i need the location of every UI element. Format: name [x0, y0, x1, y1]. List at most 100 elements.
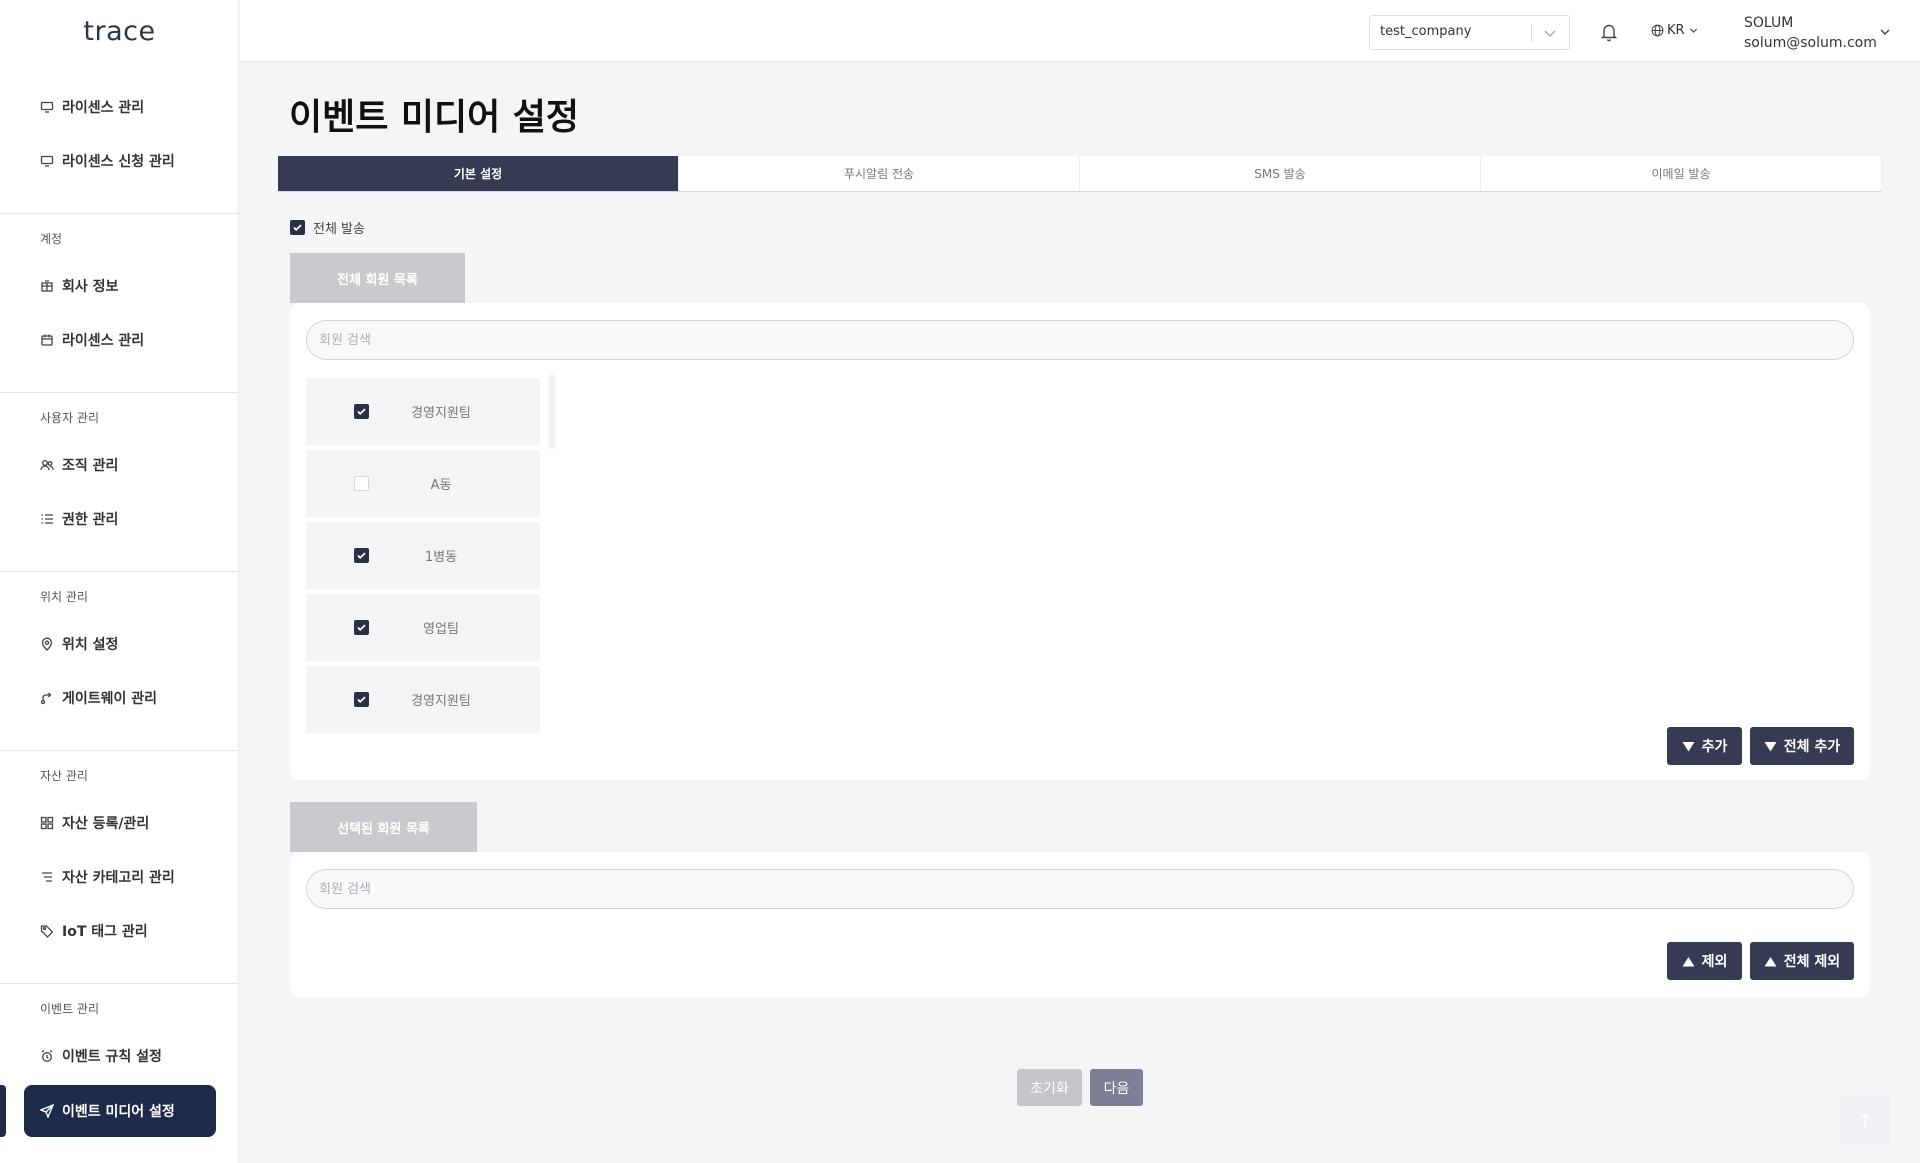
- sidebar-item-label: 라이센스 신청 관리: [62, 154, 175, 170]
- sidebar-item-asset-register[interactable]: 자산 등록/관리: [40, 808, 149, 838]
- sidebar-divider: [0, 571, 239, 572]
- sidebar-item-label: 라이센스 관리: [62, 333, 145, 349]
- member-name: 경영지원팀: [411, 406, 471, 421]
- remove-all-button-label: 전체 제외: [1783, 954, 1841, 970]
- sidebar-group-asset: 자산 관리: [40, 769, 88, 783]
- company-select-value: test_company: [1380, 24, 1472, 39]
- bell-icon[interactable]: [1600, 22, 1618, 42]
- tab-push-notification[interactable]: 푸시알림 전송: [679, 156, 1080, 191]
- sidebar-item-label: 조직 관리: [62, 458, 119, 474]
- sidebar-item-organization[interactable]: 조직 관리: [40, 450, 118, 480]
- triangle-down-icon: [1764, 741, 1777, 751]
- remove-button[interactable]: 제외: [1667, 942, 1742, 980]
- sidebar-item-label: 자산 카테고리 관리: [62, 870, 175, 886]
- send-icon: [40, 1104, 54, 1118]
- next-button[interactable]: 다음: [1090, 1069, 1143, 1106]
- user-email: solum@solum.com: [1744, 35, 1877, 51]
- list-scrollbar[interactable]: [549, 374, 555, 449]
- checkbox-checked[interactable]: [354, 620, 369, 635]
- sidebar-item-label: 위치 설정: [62, 637, 119, 653]
- selected-members-search-input[interactable]: [306, 869, 1854, 909]
- tag-icon: [40, 924, 54, 938]
- sidebar-item-label: 게이트웨이 관리: [62, 691, 158, 707]
- checkbox-checked[interactable]: [354, 404, 369, 419]
- list-item[interactable]: 1병동: [306, 522, 540, 589]
- sidebar-divider: [0, 750, 239, 751]
- sidebar-group-account: 계정: [40, 232, 63, 246]
- sidebar-item-label: 권한 관리: [62, 512, 119, 528]
- list-item[interactable]: 경영지원팀: [306, 378, 540, 445]
- sidebar-group-event: 이벤트 관리: [40, 1002, 100, 1016]
- select-separator: [1531, 24, 1532, 42]
- language-select[interactable]: KR: [1651, 23, 1702, 38]
- language-label: KR: [1667, 23, 1685, 38]
- sidebar-item-iot-tag[interactable]: IoT 태그 관리: [40, 916, 148, 946]
- tab-basic-settings[interactable]: 기본 설정: [278, 156, 679, 191]
- add-all-button[interactable]: 전체 추가: [1750, 727, 1854, 765]
- company-icon: [40, 279, 54, 293]
- sidebar-divider: [0, 392, 239, 393]
- selected-members-tab: 선택된 회원 목록: [290, 802, 477, 852]
- alarm-icon: [40, 1049, 54, 1063]
- globe-icon: [1651, 24, 1664, 37]
- all-send-checkbox[interactable]: 전체 발송: [290, 218, 365, 237]
- all-send-label: 전체 발송: [313, 222, 365, 237]
- sidebar-item-label: 라이센스 관리: [62, 100, 145, 116]
- tab-sms[interactable]: SMS 발송: [1080, 156, 1481, 191]
- page-title: 이벤트 미디어 설정: [289, 97, 580, 138]
- list-item[interactable]: 경영지원팀: [306, 666, 540, 733]
- sidebar-item-label: IoT 태그 관리: [62, 924, 148, 940]
- sidebar-group-users: 사용자 관리: [40, 411, 100, 425]
- member-name: 영업팀: [423, 622, 459, 637]
- checkbox-checked[interactable]: [354, 548, 369, 563]
- location-icon: [40, 637, 54, 651]
- sidebar-item-event-media[interactable]: 이벤트 미디어 설정: [24, 1085, 216, 1137]
- list-item[interactable]: 영업팀: [306, 594, 540, 661]
- list-item[interactable]: A동: [306, 450, 540, 517]
- app-logo[interactable]: trace: [0, 16, 239, 47]
- calendar-icon: [40, 333, 54, 347]
- sidebar-item-company-info[interactable]: 회사 정보: [40, 271, 118, 301]
- sidebar: trace 라이센스 관리 라이센스 신청 관리 계정 회사 정보 라이센스 관…: [0, 0, 239, 1163]
- add-button[interactable]: 추가: [1667, 727, 1742, 765]
- grid-icon: [40, 816, 54, 830]
- sidebar-item-license[interactable]: 라이센스 관리: [40, 92, 144, 122]
- sidebar-item-asset-category[interactable]: 자산 카테고리 관리: [40, 862, 175, 892]
- chevron-down-icon: [1544, 30, 1556, 37]
- sidebar-divider: [0, 213, 239, 214]
- user-menu[interactable]: SOLUM solum@solum.com: [1744, 13, 1877, 53]
- sidebar-item-permission[interactable]: 권한 관리: [40, 504, 118, 534]
- category-icon: [40, 870, 54, 884]
- member-name: A동: [430, 478, 452, 493]
- chevron-down-icon[interactable]: [1878, 25, 1892, 39]
- scroll-to-top-button[interactable]: [1840, 1095, 1890, 1145]
- all-members-search-input[interactable]: [306, 320, 1854, 360]
- license-request-icon: [40, 154, 54, 168]
- sidebar-item-gateway[interactable]: 게이트웨이 관리: [40, 683, 157, 713]
- sidebar-item-license-request[interactable]: 라이센스 신청 관리: [40, 146, 175, 176]
- sidebar-group-location: 위치 관리: [40, 590, 88, 604]
- checkbox-checked[interactable]: [290, 220, 305, 235]
- arrow-up-icon: [1859, 1112, 1871, 1127]
- checkbox-unchecked[interactable]: [354, 476, 369, 491]
- gateway-icon: [40, 691, 54, 705]
- sidebar-item-label: 이벤트 규칙 설정: [62, 1049, 162, 1065]
- license-icon: [40, 100, 54, 114]
- reset-button[interactable]: 초기화: [1017, 1069, 1082, 1106]
- sidebar-item-label: 회사 정보: [62, 279, 119, 295]
- checkbox-checked[interactable]: [354, 692, 369, 707]
- sidebar-item-location-setting[interactable]: 위치 설정: [40, 629, 118, 659]
- sidebar-item-license-manage[interactable]: 라이센스 관리: [40, 325, 144, 355]
- user-name: SOLUM: [1744, 15, 1794, 31]
- company-select[interactable]: test_company: [1369, 15, 1570, 50]
- sidebar-divider: [0, 983, 239, 984]
- triangle-up-icon: [1764, 956, 1777, 966]
- active-indicator: [0, 1085, 6, 1137]
- add-all-button-label: 전체 추가: [1783, 739, 1841, 755]
- sidebar-item-event-rule[interactable]: 이벤트 규칙 설정: [40, 1041, 162, 1071]
- remove-all-button[interactable]: 전체 제외: [1750, 942, 1854, 980]
- remove-button-label: 제외: [1701, 954, 1728, 970]
- tab-email[interactable]: 이메일 발송: [1481, 156, 1882, 191]
- chevron-down-icon: [1689, 28, 1697, 33]
- sidebar-item-label: 자산 등록/관리: [62, 816, 150, 832]
